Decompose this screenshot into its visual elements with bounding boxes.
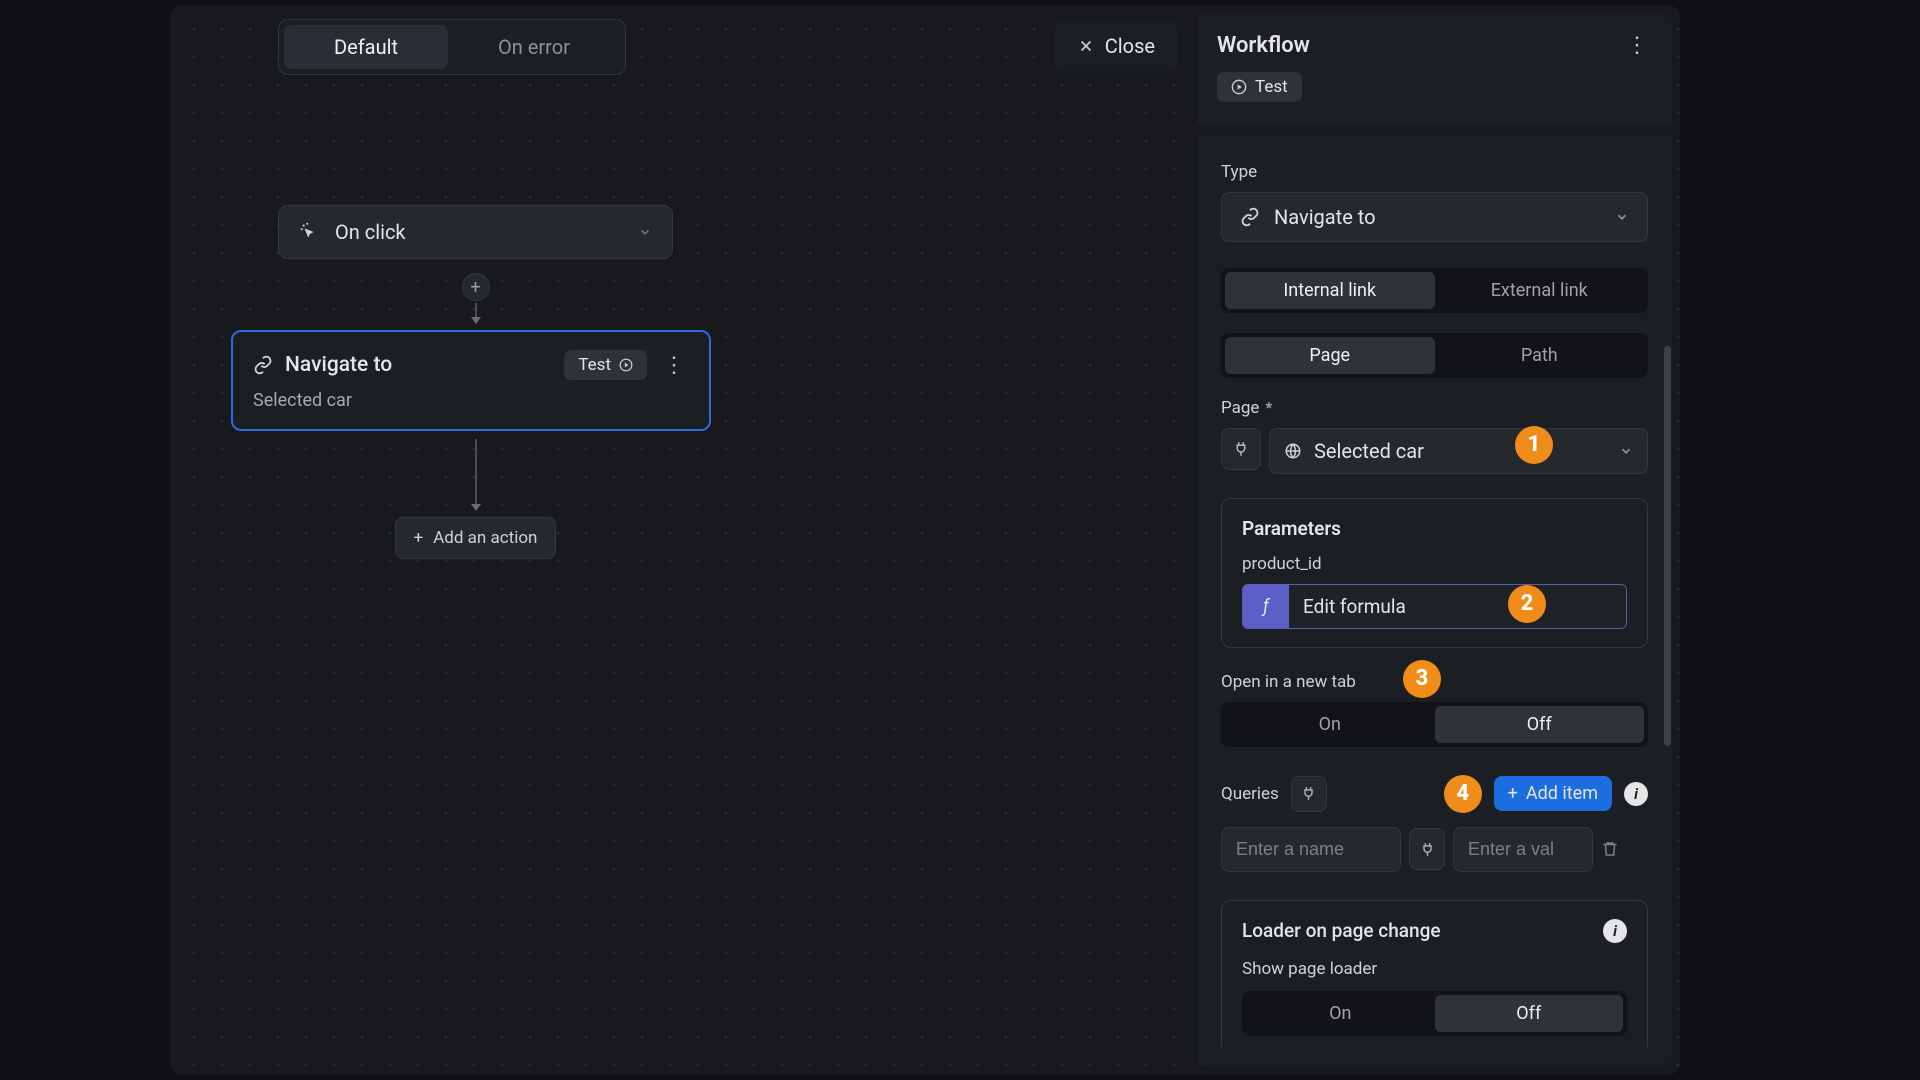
formula-label: Edit formula [1289, 585, 1626, 628]
connector-arrow [475, 303, 477, 317]
tab-switch: Default On error [278, 19, 626, 75]
add-action-label: Add an action [433, 528, 537, 548]
link-icon [1240, 207, 1260, 227]
add-item-label: Add item [1526, 783, 1598, 804]
close-button[interactable]: Close [1055, 21, 1177, 71]
link-icon [253, 355, 273, 375]
connector-arrowhead [471, 317, 481, 324]
add-action-button[interactable]: + Add an action [395, 517, 557, 559]
trigger-select[interactable]: On click [278, 205, 673, 259]
callout-badge-2: 2 [1508, 585, 1546, 623]
new-tab-off[interactable]: Off [1435, 706, 1645, 743]
plus-icon: + [1508, 783, 1518, 804]
loader-segmented: On Off [1242, 991, 1627, 1036]
action-title: Navigate to [285, 353, 552, 377]
action-menu-button[interactable]: ⋮ [659, 353, 689, 378]
page-binding-button[interactable] [1221, 428, 1261, 470]
type-label: Type [1221, 162, 1648, 182]
close-label: Close [1105, 34, 1155, 58]
link-mode-internal[interactable]: Internal link [1225, 272, 1435, 309]
play-icon [619, 358, 633, 372]
connector-line [475, 439, 477, 504]
new-tab-segmented: On Off [1221, 702, 1648, 747]
play-icon [1231, 79, 1247, 95]
callout-badge-1: 1 [1515, 426, 1553, 464]
queries-binding-button[interactable] [1291, 776, 1327, 812]
workflow-panel: Workflow ⋮ Test Type Navigate to [1197, 13, 1672, 1067]
page-value: Selected car [1314, 439, 1424, 463]
new-tab-on[interactable]: On [1225, 706, 1435, 743]
panel-test-button[interactable]: Test [1217, 72, 1302, 102]
type-value: Navigate to [1274, 205, 1376, 229]
info-icon[interactable]: i [1624, 782, 1648, 806]
query-value-binding-button[interactable] [1409, 828, 1445, 870]
callout-badge-3: 3 [1403, 660, 1441, 698]
link-mode-segmented: Internal link External link [1221, 268, 1648, 313]
chevron-down-icon [1619, 444, 1633, 458]
parameters-box: Parameters product_id ƒ Edit formula 2 [1221, 498, 1648, 648]
parameter-name: product_id [1242, 554, 1627, 574]
trigger-label: On click [335, 220, 406, 244]
target-segmented: Page Path [1221, 333, 1648, 378]
type-select[interactable]: Navigate to [1221, 192, 1648, 242]
parameters-title: Parameters [1242, 517, 1627, 540]
add-node-button[interactable]: + [462, 273, 490, 301]
target-path[interactable]: Path [1435, 337, 1645, 374]
chevron-down-icon [1615, 210, 1629, 224]
loader-box: Loader on page change i Show page loader… [1221, 900, 1648, 1047]
globe-icon [1284, 442, 1302, 460]
chevron-down-icon [638, 225, 652, 239]
target-page[interactable]: Page [1225, 337, 1435, 374]
panel-title: Workflow [1217, 33, 1622, 58]
action-test-button[interactable]: Test [564, 350, 647, 380]
loader-on[interactable]: On [1246, 995, 1435, 1032]
workflow-canvas: Default On error Close On click + [170, 5, 1197, 1075]
close-icon [1077, 37, 1095, 55]
connector-arrowhead-2 [471, 504, 481, 511]
required-indicator: * [1265, 398, 1272, 417]
panel-test-label: Test [1255, 77, 1288, 97]
action-card-navigate[interactable]: Navigate to Test ⋮ Selected car [231, 330, 711, 431]
query-name-input[interactable] [1221, 827, 1401, 872]
tab-default[interactable]: Default [284, 25, 448, 69]
delete-query-button[interactable] [1601, 840, 1619, 858]
action-test-label: Test [578, 355, 611, 375]
tab-on-error[interactable]: On error [448, 25, 620, 69]
cursor-click-icon [299, 221, 321, 243]
query-value-input[interactable] [1453, 827, 1593, 872]
loader-title: Loader on page change [1242, 919, 1593, 942]
page-field-label: Page [1221, 398, 1259, 418]
queries-label: Queries [1221, 784, 1279, 804]
plus-icon: + [414, 528, 424, 548]
callout-badge-4: 4 [1444, 775, 1482, 813]
link-mode-external[interactable]: External link [1435, 272, 1645, 309]
loader-sublabel: Show page loader [1242, 959, 1627, 979]
action-subtitle: Selected car [253, 390, 689, 411]
panel-menu-button[interactable]: ⋮ [1622, 33, 1652, 58]
formula-icon: ƒ [1243, 585, 1289, 628]
add-query-item-button[interactable]: + Add item [1494, 776, 1612, 811]
formula-input[interactable]: ƒ Edit formula 2 [1242, 584, 1627, 629]
scrollbar[interactable] [1664, 346, 1671, 746]
page-select[interactable]: Selected car [1269, 428, 1648, 474]
loader-off[interactable]: Off [1435, 995, 1624, 1032]
info-icon[interactable]: i [1603, 919, 1627, 943]
